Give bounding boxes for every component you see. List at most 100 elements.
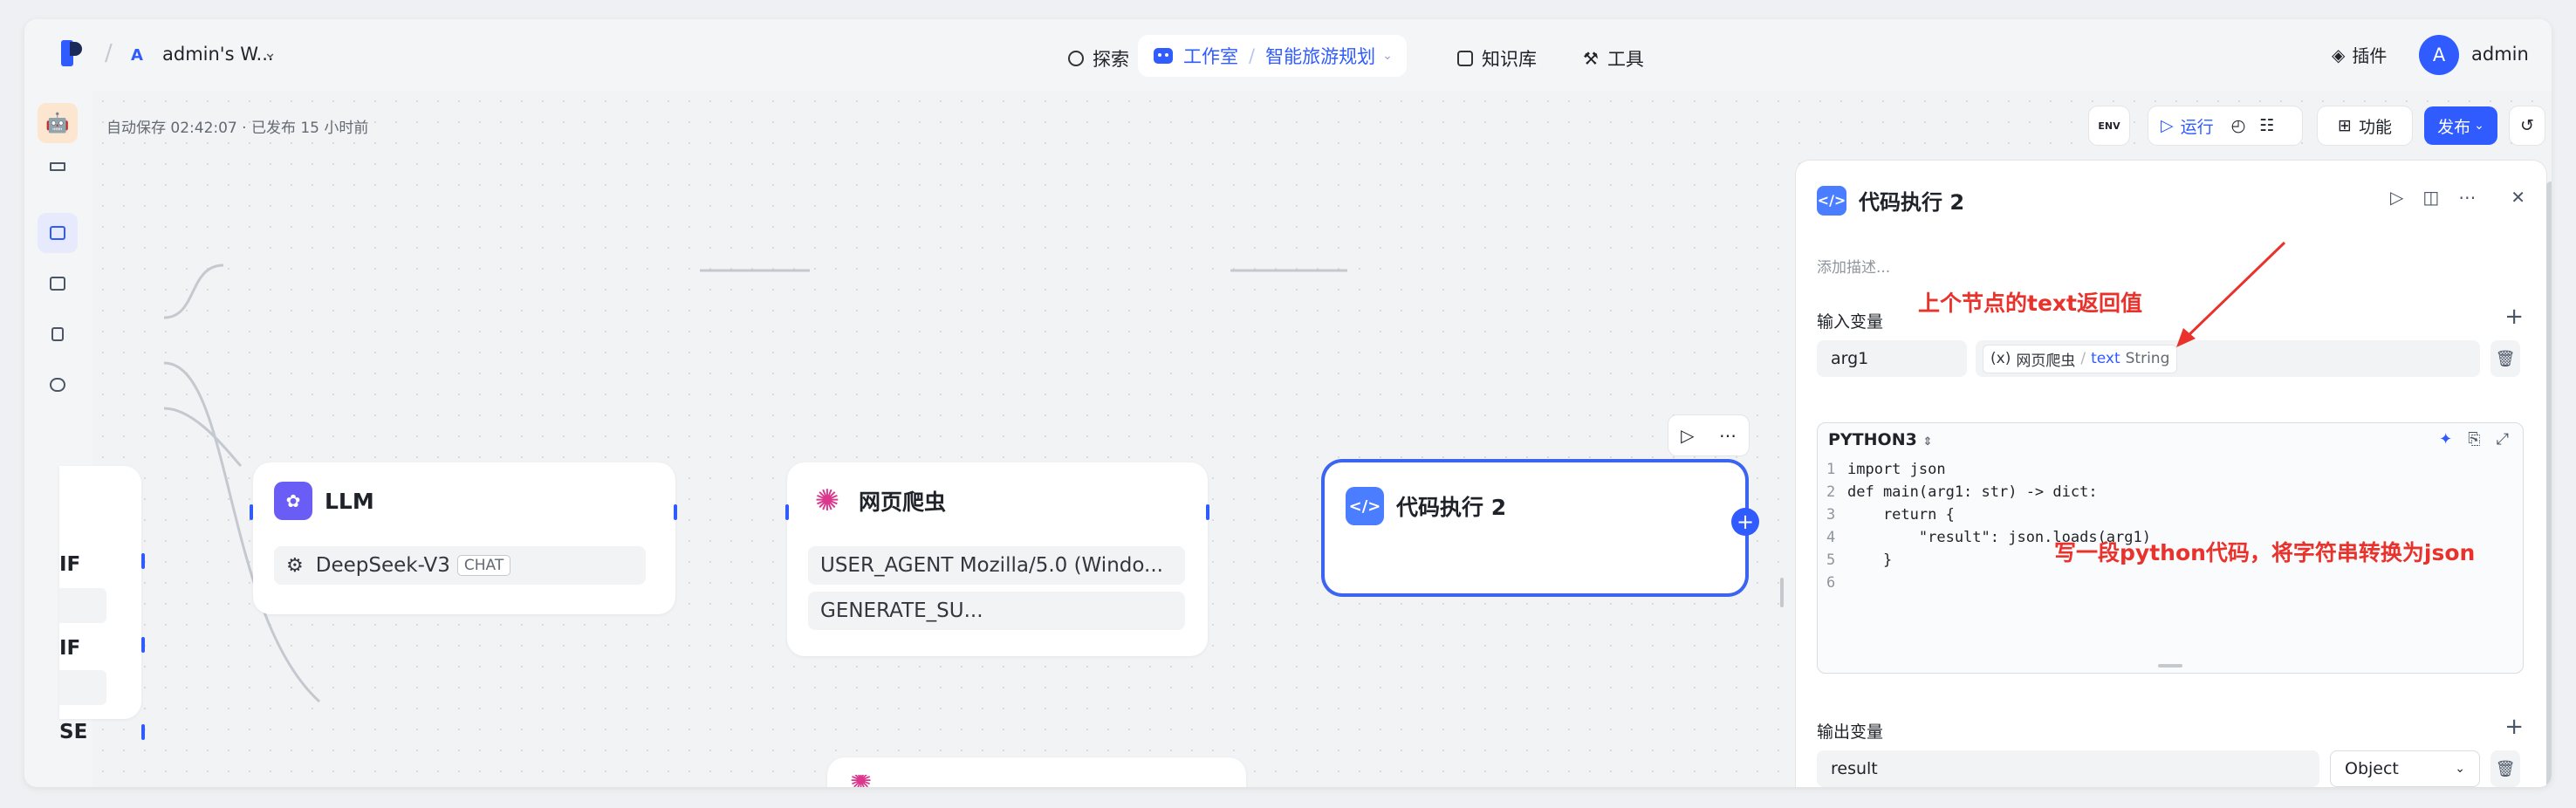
nav-explore[interactable]: 探索 — [1068, 40, 1129, 77]
node-actions: ▷ ⋯ — [1668, 415, 1749, 455]
env-button[interactable]: ENV — [2089, 106, 2129, 145]
code-icon: </> — [1346, 487, 1384, 525]
gauge-icon[interactable] — [38, 365, 78, 405]
condition-node[interactable]: IF IF SE — [59, 466, 141, 743]
resize-grip[interactable] — [2158, 664, 2182, 668]
play-icon[interactable]: ▷ — [1681, 425, 1694, 446]
code-line[interactable]: 6 — [1826, 572, 2151, 594]
scrollbar[interactable] — [2546, 181, 2552, 787]
publish-button[interactable]: 发布 ⌄ — [2424, 106, 2497, 145]
line-number: 6 — [1826, 574, 1836, 592]
output-type-select[interactable]: Object ⌄ — [2330, 750, 2480, 787]
code-line[interactable]: 1 import json — [1826, 458, 2151, 481]
env-label: ENV — [2098, 120, 2120, 132]
settings-sliders-icon[interactable] — [38, 147, 78, 187]
workspace-switcher[interactable]: admin's W... — [162, 44, 274, 65]
crawler-node[interactable]: ✺ 网页爬虫 USER_AGENT Mozilla/5.0 (Windo... … — [787, 462, 1208, 656]
copy-icon[interactable]: ⎘ — [2468, 430, 2480, 449]
avatar[interactable]: A — [2419, 35, 2459, 75]
language-label: PYTHON3 — [1828, 430, 1917, 449]
chevron-down-icon[interactable]: ⌄ — [264, 44, 277, 62]
features-button[interactable]: ⊞ 功能 — [2318, 106, 2412, 145]
panel-actions: ▷ ◫ ⋯ ✕ — [2390, 187, 2525, 208]
play-icon[interactable]: ▷ — [2390, 187, 2403, 208]
delete-output-icon[interactable]: 🗑 — [2490, 750, 2520, 787]
llm-node[interactable]: ✿ LLM ⚙ DeepSeek-V3 CHAT — [253, 462, 675, 614]
input-var-name[interactable]: arg1 — [1817, 340, 1967, 377]
play-icon: ▷ — [2161, 116, 2174, 135]
nav-app-label[interactable]: 智能旅游规划 — [1265, 43, 1375, 69]
compass-icon — [1068, 51, 1084, 66]
condition-field — [59, 588, 106, 623]
code-line[interactable]: 2 def main(arg1: str) -> dict: — [1826, 481, 2151, 503]
llm-title-text: LLM — [325, 488, 374, 514]
more-icon[interactable]: ⋯ — [2458, 187, 2476, 208]
output-port[interactable] — [1206, 504, 1209, 520]
output-port[interactable] — [141, 724, 145, 740]
line-number: 5 — [1826, 551, 1836, 569]
code-text: def main(arg1: str) -> dict: — [1847, 483, 2098, 501]
logo[interactable] — [61, 40, 87, 66]
nav-tools[interactable]: ⚒ 工具 — [1583, 40, 1644, 77]
delete-input-icon[interactable]: 🗑 — [2490, 340, 2520, 377]
annotation-code: 写一段python代码，将字符串转换为json — [2054, 540, 2476, 565]
description-input[interactable]: 添加描述... — [1817, 255, 1890, 277]
annotation-arrow — [2176, 241, 2286, 347]
cube-icon: ◈ — [2332, 44, 2346, 65]
llm-model-name: DeepSeek-V3 — [315, 554, 450, 577]
output-port[interactable] — [674, 504, 677, 520]
nav-tools-label: 工具 — [1607, 49, 1644, 70]
code-text: import json — [1847, 461, 1946, 478]
panel-resize-handle[interactable] — [1780, 578, 1784, 607]
annotation-input: 上个节点的text返回值 — [1918, 291, 2142, 316]
edge — [163, 407, 243, 468]
language-select[interactable]: PYTHON3 ⇕ — [1828, 430, 1932, 449]
crawler-node-title: ✺ 网页爬虫 — [808, 482, 946, 520]
checklist-icon[interactable]: ☷ — [2259, 116, 2274, 135]
debug-icon[interactable]: ◴ — [2231, 116, 2246, 135]
crawler-field-generate: GENERATE_SU... — [808, 592, 1185, 630]
code-lines[interactable]: 1 import json 2 def main(arg1: str) -> dict… — [1826, 458, 2151, 594]
input-port[interactable] — [785, 504, 789, 520]
variable-reference-chip[interactable]: (x) 网页爬虫 / text String — [1983, 344, 2178, 373]
input-variables-label: 输入变量 — [1817, 312, 1884, 332]
history-button[interactable]: ↺ — [2510, 106, 2545, 145]
plugin-button[interactable]: ◈ 插件 — [2332, 42, 2387, 67]
input-port[interactable] — [250, 504, 253, 520]
run-button[interactable]: ▷ 运行 — [2161, 114, 2214, 138]
chevron-down-icon[interactable]: ⌄ — [1382, 49, 1393, 63]
output-port[interactable] — [141, 553, 145, 569]
output-var-name[interactable]: result — [1817, 750, 2319, 787]
nav-studio[interactable]: 工作室 / 智能旅游规划 ⌄ — [1138, 35, 1407, 77]
plugin-label: 插件 — [2352, 45, 2388, 66]
model-icon: ⚙ — [286, 554, 304, 577]
terminal-icon[interactable] — [38, 264, 78, 304]
nav-knowledge[interactable]: 知识库 — [1457, 40, 1537, 77]
output-port[interactable] — [141, 637, 145, 653]
app-icon[interactable]: 🤖 — [38, 103, 78, 143]
spider-icon: ✺ — [850, 775, 885, 787]
expand-icon[interactable]: ⤢ — [2497, 430, 2509, 449]
workspace-badge: A — [131, 46, 143, 65]
chevron-down-icon: ⌄ — [2455, 762, 2465, 776]
autosave-status: 自动保存 02:42:07 · 已发布 15 小时前 — [106, 120, 369, 137]
add-output-icon[interactable]: + — [2504, 714, 2524, 740]
add-input-icon[interactable]: + — [2504, 304, 2524, 330]
output-type-label: Object — [2345, 759, 2399, 778]
sparkle-icon[interactable]: ✦ — [2439, 430, 2452, 449]
add-node-icon[interactable]: + — [1731, 508, 1759, 536]
ref-node-name: 网页爬虫 — [2016, 352, 2076, 370]
code-line[interactable]: 3 return { — [1826, 503, 2151, 526]
next-node-partial[interactable]: ✺ — [827, 757, 1246, 787]
document-icon[interactable] — [38, 314, 78, 354]
canvas-icon[interactable] — [38, 213, 78, 253]
panel-title[interactable]: 代码执行 2 — [1859, 185, 1964, 216]
split-view-icon[interactable]: ◫ — [2422, 187, 2439, 208]
more-icon[interactable]: ⋯ — [1719, 425, 1737, 446]
code-icon: </> — [1817, 185, 1846, 216]
edge — [163, 264, 224, 319]
user-name[interactable]: admin — [2471, 44, 2529, 65]
code-node[interactable]: </> 代码执行 2 — [1325, 462, 1745, 593]
close-icon[interactable]: ✕ — [2511, 187, 2525, 208]
publish-label: 发布 — [2437, 117, 2471, 137]
